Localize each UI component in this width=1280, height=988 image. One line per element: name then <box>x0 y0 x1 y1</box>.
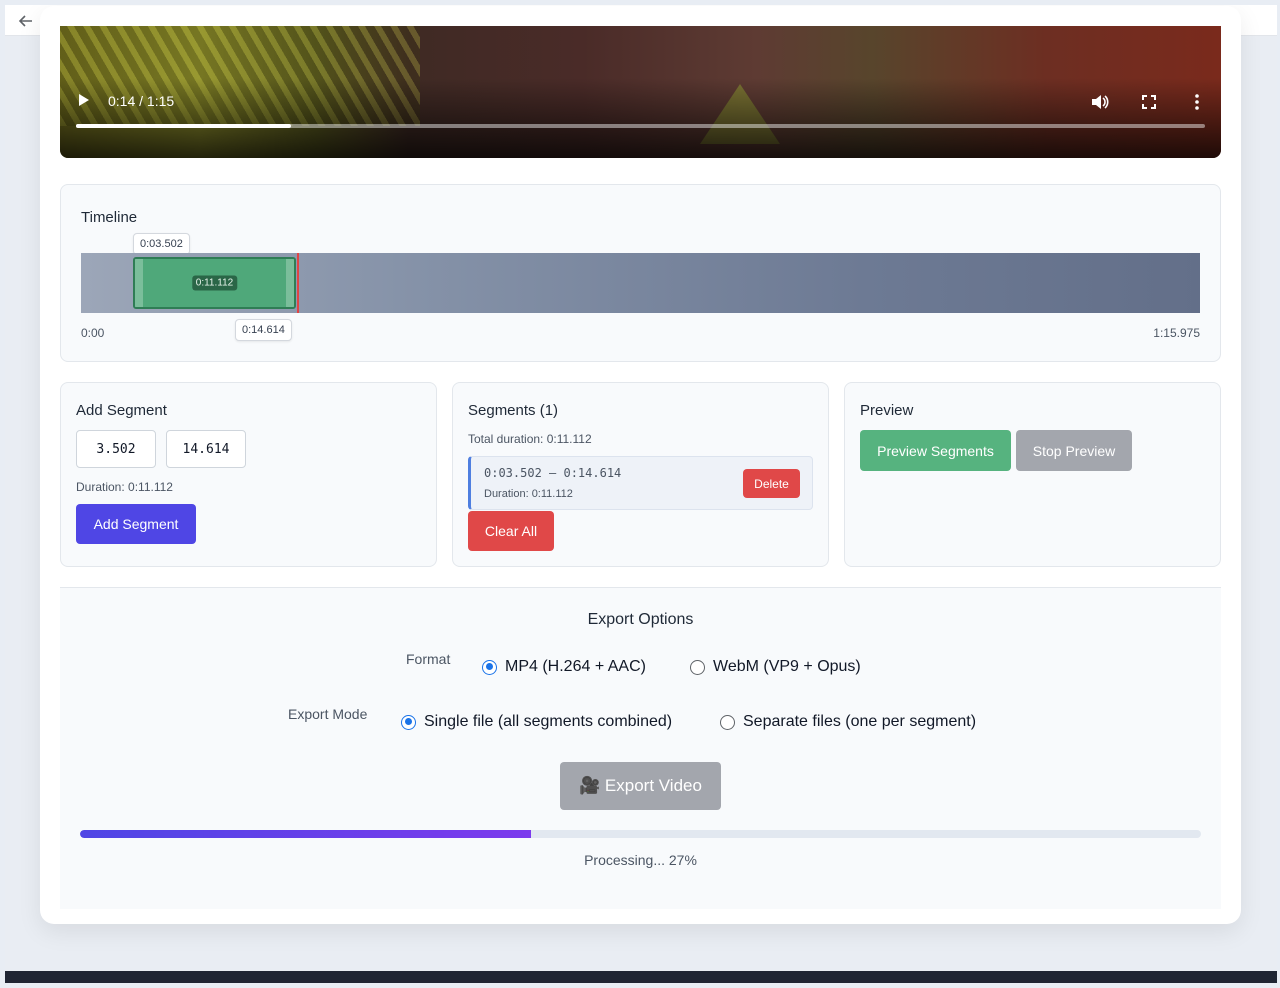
browser-window: aispeedup.video/tools/trim 0:14 / 1:15 <box>5 5 1277 983</box>
playhead[interactable] <box>297 253 299 313</box>
export-video-button[interactable]: 🎥 Export Video <box>560 762 721 810</box>
back-icon[interactable] <box>15 10 37 32</box>
mode-option-separate-label: Separate files (one per segment) <box>743 713 977 730</box>
timeline-title: Timeline <box>81 209 138 226</box>
segment-duration: Duration: 0:11.112 <box>484 488 573 500</box>
add-segment-panel: Add Segment Duration: 0:11.112 Add Segme… <box>60 382 437 567</box>
play-icon[interactable] <box>78 93 92 109</box>
radio-unselected-icon[interactable] <box>720 714 735 730</box>
timeline-segment[interactable]: 0:11.112 <box>133 257 296 309</box>
export-progress-fill <box>80 830 531 838</box>
video-player[interactable]: 0:14 / 1:15 <box>60 26 1221 158</box>
segment-list-item: 0:03.502 – 0:14.614 Duration: 0:11.112 D… <box>468 456 813 510</box>
segments-total-duration: Total duration: 0:11.112 <box>468 432 592 446</box>
timeline-track[interactable]: 0:11.112 <box>81 253 1200 313</box>
segment-end-tag: 0:14.614 <box>235 319 292 341</box>
format-option-mp4[interactable]: MP4 (H.264 + AAC) <box>482 658 646 676</box>
video-time: 0:14 / 1:15 <box>108 93 175 109</box>
add-segment-duration: Duration: 0:11.112 <box>76 480 173 494</box>
segments-panel: Segments (1) Total duration: 0:11.112 0:… <box>452 382 829 567</box>
add-segment-title: Add Segment <box>76 402 167 419</box>
segment-duration-label: 0:11.112 <box>191 275 238 291</box>
timeline-axis-end: 1:15.975 <box>1153 326 1200 340</box>
radio-selected-icon[interactable] <box>401 714 416 730</box>
format-option-webm[interactable]: WebM (VP9 + Opus) <box>690 658 861 676</box>
page: 0:14 / 1:15 Timeline 0:03.502 0:11.112 0… <box>5 6 1277 983</box>
format-label: Format <box>406 651 451 667</box>
export-progress-bar <box>80 830 1201 838</box>
timeline-panel: Timeline 0:03.502 0:11.112 0:14.614 0:00… <box>60 184 1221 362</box>
bottom-bar <box>5 971 1277 983</box>
video-progress-fill <box>76 124 291 128</box>
video-scrubber[interactable] <box>76 124 1205 128</box>
segment-end-input[interactable] <box>166 430 246 468</box>
export-options-title: Export Options <box>587 611 694 628</box>
segments-title: Segments (1) <box>468 402 559 419</box>
more-options-icon[interactable] <box>1187 92 1207 112</box>
mode-option-separate[interactable]: Separate files (one per segment) <box>720 713 976 731</box>
fullscreen-icon[interactable] <box>1139 92 1159 112</box>
clear-all-button[interactable]: Clear All <box>468 511 554 551</box>
export-progress-text: Processing... 27% <box>584 852 697 868</box>
mode-option-single-label: Single file (all segments combined) <box>424 713 673 730</box>
add-segment-button[interactable]: Add Segment <box>76 504 196 544</box>
segment-start-handle[interactable] <box>135 259 143 307</box>
volume-icon[interactable] <box>1090 92 1110 112</box>
mode-option-single[interactable]: Single file (all segments combined) <box>401 713 672 731</box>
delete-segment-button[interactable]: Delete <box>743 469 800 498</box>
export-options-section: Export Options Format MP4 (H.264 + AAC) … <box>60 587 1221 909</box>
format-option-webm-label: WebM (VP9 + Opus) <box>713 658 861 675</box>
format-option-mp4-label: MP4 (H.264 + AAC) <box>505 658 646 675</box>
segment-end-handle[interactable] <box>286 259 294 307</box>
preview-segments-button[interactable]: Preview Segments <box>860 430 1011 471</box>
timeline-axis-start: 0:00 <box>81 326 105 340</box>
radio-selected-icon[interactable] <box>482 659 497 675</box>
video-controls-shade <box>60 78 1221 158</box>
preview-panel: Preview Preview Segments Stop Preview <box>844 382 1221 567</box>
radio-unselected-icon[interactable] <box>690 659 705 675</box>
preview-title: Preview <box>860 402 914 419</box>
segment-start-tag: 0:03.502 <box>133 233 190 255</box>
stop-preview-button[interactable]: Stop Preview <box>1016 430 1132 471</box>
export-mode-label: Export Mode <box>288 706 368 722</box>
segment-start-input[interactable] <box>76 430 156 468</box>
segment-range: 0:03.502 – 0:14.614 <box>484 466 622 480</box>
